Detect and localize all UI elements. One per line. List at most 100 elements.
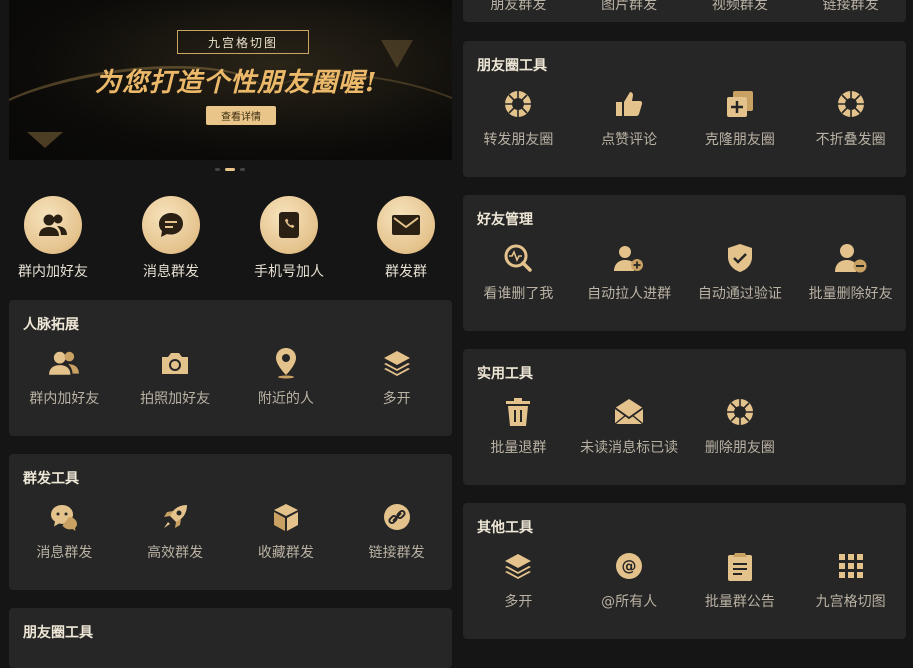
aperture-icon — [685, 395, 796, 429]
tool-nearby-people[interactable]: 附近的人 — [231, 340, 342, 408]
tool-partial-item[interactable]: 朋友群发 — [463, 0, 574, 14]
remove-user-icon — [795, 241, 906, 275]
tool-who-deleted-me[interactable]: 看谁删了我 — [463, 235, 574, 303]
tool-clone-moments[interactable]: 克隆朋友圈 — [685, 81, 796, 149]
carousel-dots — [0, 168, 460, 171]
card-title: 实用工具 — [477, 366, 533, 382]
tool-multi-open[interactable]: 多开 — [463, 543, 574, 611]
tool-label: 多开 — [382, 391, 411, 407]
location-pin-icon — [231, 346, 342, 380]
tool-label: 批量退群 — [490, 440, 547, 456]
tool-label: 消息群发 — [36, 545, 93, 561]
clipboard-icon — [685, 549, 796, 583]
grid-icon — [795, 549, 906, 583]
tool-label: 批量群公告 — [704, 594, 775, 610]
aperture-icon — [795, 87, 906, 121]
rocket-icon — [120, 500, 231, 534]
tool-message-broadcast[interactable]: 消息群发 — [9, 494, 120, 562]
tool-label: 删除朋友圈 — [704, 440, 775, 456]
card-title: 群发工具 — [23, 471, 79, 487]
tool-label: 链接群发 — [822, 0, 879, 13]
tool-label: 朋友群发 — [490, 0, 547, 13]
tool-photo-add-friend[interactable]: 拍照加好友 — [120, 340, 231, 408]
tool-nine-grid-cut[interactable]: 九宫格切图 — [795, 543, 906, 611]
add-user-icon — [574, 241, 685, 275]
link-icon — [341, 500, 452, 534]
card-network-expansion: 人脉拓展 群内加好友 拍照加好友 附近的人 多开 — [9, 300, 452, 436]
tool-label: @所有人 — [601, 594, 658, 610]
box-icon — [231, 500, 342, 534]
tool-partial-item[interactable]: 图片群发 — [574, 0, 685, 14]
card-broadcast-tools: 群发工具 消息群发 高效群发 收藏群发 链接群发 — [9, 454, 452, 590]
card-moments-tools: 朋友圈工具 转发朋友圈 点赞评论 克隆朋友圈 不折叠发圈 — [463, 41, 906, 177]
tool-label: 自动拉人进群 — [587, 286, 672, 302]
tool-auto-invite-group[interactable]: 自动拉人进群 — [574, 235, 685, 303]
chat-face-icon — [9, 500, 120, 534]
quick-action-mass-message[interactable]: 消息群发 — [116, 196, 226, 281]
search-pulse-icon — [463, 241, 574, 275]
tool-group-add-friend[interactable]: 群内加好友 — [9, 340, 120, 408]
tool-multi-open[interactable]: 多开 — [341, 340, 452, 408]
carousel-dot[interactable] — [240, 168, 245, 171]
quick-action-group-broadcast[interactable]: 群发群 — [351, 196, 461, 281]
quick-action-group-add[interactable]: 群内加好友 — [0, 196, 108, 281]
at-sign-icon: @ — [574, 549, 685, 583]
envelope-icon — [377, 196, 435, 254]
camera-icon — [120, 346, 231, 380]
tool-link-broadcast[interactable]: 链接群发 — [341, 494, 452, 562]
card-title: 人脉拓展 — [23, 317, 79, 333]
tool-label: 高效群发 — [147, 545, 204, 561]
tool-delete-moments[interactable]: 删除朋友圈 — [685, 389, 796, 457]
tool-partial-item[interactable]: 链接群发 — [795, 0, 906, 14]
quick-action-phone-add[interactable]: 手机号加人 — [234, 196, 344, 281]
tool-label: 自动通过验证 — [697, 286, 782, 302]
tool-label: 拍照加好友 — [140, 391, 211, 407]
card-title: 朋友圈工具 — [23, 625, 93, 641]
promo-banner[interactable]: 九宫格切图 为您打造个性朋友圈喔! 查看详情 — [9, 0, 452, 160]
chat-bubble-icon — [142, 196, 200, 254]
card-utility-tools: 实用工具 批量退群 未读消息标已读 删除朋友圈 — [463, 349, 906, 485]
tool-efficient-broadcast[interactable]: 高效群发 — [120, 494, 231, 562]
card-title: 朋友圈工具 — [477, 58, 547, 74]
carousel-dot[interactable] — [215, 168, 220, 171]
card-title: 好友管理 — [477, 212, 533, 228]
trash-icon — [463, 395, 574, 429]
phone-book-icon — [260, 196, 318, 254]
tool-no-fold-post[interactable]: 不折叠发圈 — [795, 81, 906, 149]
tool-label: 克隆朋友圈 — [704, 132, 775, 148]
tool-mark-unread-read[interactable]: 未读消息标已读 — [574, 389, 685, 457]
tool-label: 点赞评论 — [601, 132, 658, 148]
aperture-icon — [463, 87, 574, 121]
card-title: 其他工具 — [477, 520, 533, 536]
tool-label: 转发朋友圈 — [483, 132, 554, 148]
thumbs-up-icon — [574, 87, 685, 121]
svg-text:@: @ — [622, 557, 637, 575]
carousel-dot-active[interactable] — [225, 168, 235, 171]
tool-label: 群内加好友 — [29, 391, 100, 407]
card-friend-management: 好友管理 看谁删了我 自动拉人进群 自动通过验证 批量删除好友 — [463, 195, 906, 331]
banner-headline: 为您打造个性朋友圈喔! — [95, 68, 378, 98]
quick-action-label: 消息群发 — [143, 264, 199, 280]
tool-label: 不折叠发圈 — [815, 132, 886, 148]
tool-label: 九宫格切图 — [815, 594, 886, 610]
tool-label: 链接群发 — [368, 545, 425, 561]
tool-favorites-broadcast[interactable]: 收藏群发 — [231, 494, 342, 562]
banner-cta-button[interactable]: 查看详情 — [206, 106, 276, 125]
tool-partial-item[interactable]: 视频群发 — [685, 0, 796, 14]
tool-like-comment[interactable]: 点赞评论 — [574, 81, 685, 149]
tool-forward-moments[interactable]: 转发朋友圈 — [463, 81, 574, 149]
tool-auto-accept-verify[interactable]: 自动通过验证 — [685, 235, 796, 303]
banner-tag: 九宫格切图 — [177, 30, 309, 54]
tool-label: 多开 — [504, 594, 533, 610]
tool-empty-slot — [795, 389, 906, 457]
tool-label: 未读消息标已读 — [580, 440, 679, 456]
left-column: 九宫格切图 为您打造个性朋友圈喔! 查看详情 群内加好友 消息群发 手机号加人 — [0, 0, 461, 668]
card-other-tools: 其他工具 多开 @ @所有人 批量群公告 九宫格切图 — [463, 503, 906, 639]
quick-action-label: 群内加好友 — [18, 264, 88, 280]
tool-batch-group-notice[interactable]: 批量群公告 — [685, 543, 796, 611]
tool-mention-all[interactable]: @ @所有人 — [574, 543, 685, 611]
clone-icon — [685, 87, 796, 121]
tool-batch-leave-groups[interactable]: 批量退群 — [463, 389, 574, 457]
tool-batch-delete-friends[interactable]: 批量删除好友 — [795, 235, 906, 303]
tool-label: 图片群发 — [601, 0, 658, 13]
